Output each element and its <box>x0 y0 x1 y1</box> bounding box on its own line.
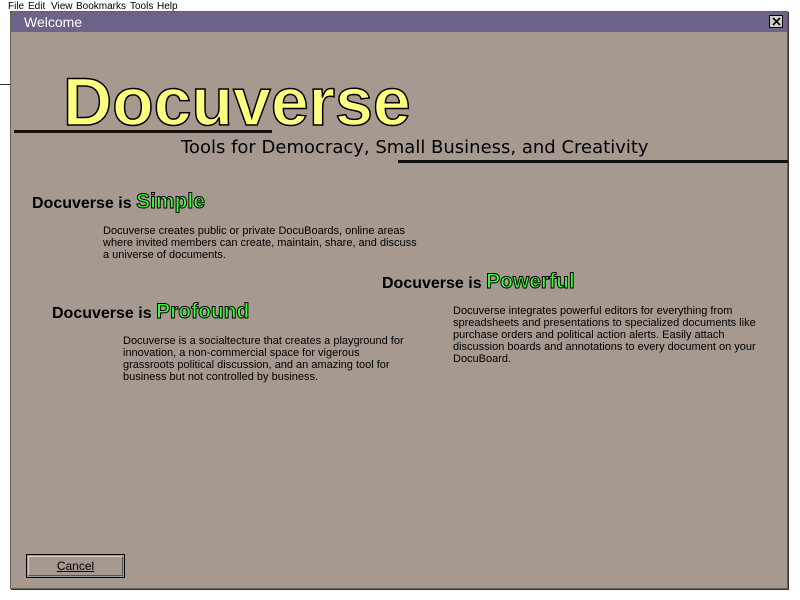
heading-powerful: Docuverse is Powerful <box>382 270 576 294</box>
logo-underline-rule <box>14 130 272 133</box>
heading-profound: Docuverse is Profound <box>52 300 250 324</box>
heading-powerful-prefix: Docuverse is <box>382 275 487 292</box>
heading-simple-prefix: Docuverse is <box>32 195 137 212</box>
close-button[interactable] <box>769 15 783 28</box>
welcome-dialog: Welcome Docuverse Tools for Democracy, S… <box>10 11 788 589</box>
cancel-button-label: Cancel <box>56 559 95 573</box>
docuverse-logo: Docuverse <box>62 64 411 140</box>
heading-profound-prefix: Docuverse is <box>52 305 157 322</box>
body-profound: Docuverse is a socialtecture that create… <box>123 335 404 383</box>
background-divider <box>0 84 10 85</box>
tagline-underline-rule <box>398 160 788 163</box>
body-simple: Docuverse creates public or private Docu… <box>103 225 417 261</box>
tagline: Tools for Democracy, Small Business, and… <box>181 137 649 158</box>
dialog-titlebar[interactable]: Welcome <box>11 12 787 32</box>
heading-powerful-keyword: Powerful <box>486 270 576 293</box>
heading-simple: Docuverse is Simple <box>32 190 206 214</box>
heading-profound-keyword: Profound <box>156 300 250 323</box>
close-icon <box>772 17 781 26</box>
cancel-button[interactable]: Cancel <box>26 554 125 578</box>
body-powerful: Docuverse integrates powerful editors fo… <box>453 305 756 365</box>
dialog-title: Welcome <box>24 14 83 30</box>
heading-simple-keyword: Simple <box>136 190 206 213</box>
